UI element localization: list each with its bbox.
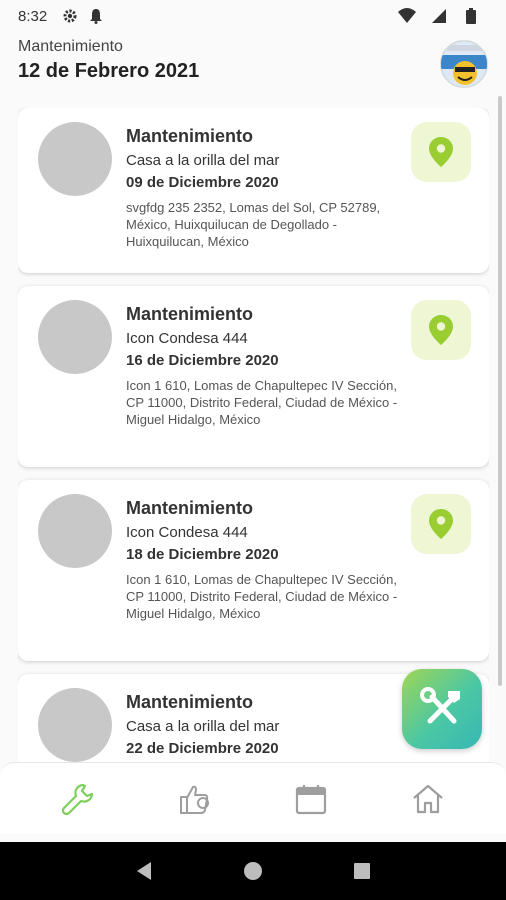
home-icon [413, 784, 443, 813]
map-pin-icon [429, 509, 453, 539]
wifi-icon [398, 7, 416, 25]
card-place: Icon Condesa 444 [126, 330, 248, 347]
appointment-card[interactable]: Mantenimiento Icon Condesa 444 16 de Dic… [18, 286, 489, 467]
property-photo [38, 494, 112, 568]
thumbs-up-icon [179, 785, 209, 814]
recents-square-icon [353, 863, 370, 879]
bottom-nav [0, 762, 506, 834]
status-time: 8:32 [18, 7, 48, 25]
map-pin-icon [429, 137, 453, 167]
back-button[interactable] [124, 851, 164, 891]
property-photo [38, 688, 112, 762]
card-place: Casa a la orilla del mar [126, 718, 280, 735]
card-address: Icon 1 610, Lomas de Chapultepec IV Secc… [126, 378, 398, 427]
signal-icon [430, 7, 448, 25]
avatar[interactable] [440, 40, 488, 88]
header: Mantenimiento 12 de Febrero 2021 [0, 32, 506, 96]
appointment-card[interactable]: Mantenimiento Casa a la orilla del mar 0… [18, 108, 489, 273]
card-date: 22 de Diciembre 2020 [126, 740, 279, 757]
home-button[interactable] [233, 851, 273, 891]
nav-maintenance[interactable] [48, 769, 108, 829]
card-place: Icon Condesa 444 [126, 524, 248, 541]
wrench-icon [62, 783, 94, 815]
location-button[interactable] [411, 300, 471, 360]
card-type: Mantenimiento [126, 126, 254, 146]
map-pin-icon [429, 315, 453, 345]
nav-calendar[interactable] [281, 769, 341, 829]
card-type: Mantenimiento [126, 498, 254, 518]
card-address: Icon 1 610, Lomas de Chapultepec IV Secc… [126, 572, 398, 621]
nav-home[interactable] [398, 769, 458, 829]
property-photo [38, 122, 112, 196]
back-triangle-icon [137, 862, 152, 880]
header-subtitle: Mantenimiento [18, 38, 123, 55]
new-maintenance-button[interactable] [402, 669, 482, 749]
tools-icon [420, 687, 460, 724]
appointment-card[interactable]: Mantenimiento Icon Condesa 444 18 de Dic… [18, 480, 489, 661]
recents-button[interactable] [342, 851, 382, 891]
battery-icon [462, 7, 480, 25]
status-bar: 8:32 [0, 0, 506, 32]
system-nav-bar [0, 842, 506, 900]
card-type: Mantenimiento [126, 304, 254, 324]
appointment-list: Mantenimiento Casa a la orilla del mar 0… [18, 108, 489, 762]
card-place: Casa a la orilla del mar [126, 152, 280, 169]
card-date: 18 de Diciembre 2020 [126, 546, 279, 563]
bell-icon [87, 7, 105, 25]
nav-reviews[interactable] [165, 769, 225, 829]
page-title: 12 de Febrero 2021 [18, 60, 200, 82]
location-button[interactable] [411, 122, 471, 182]
location-button[interactable] [411, 494, 471, 554]
card-type: Mantenimiento [126, 692, 254, 712]
gear-icon [61, 7, 79, 25]
home-circle-icon [243, 862, 262, 880]
card-address: svgfdg 235 2352, Lomas del Sol, CP 52789… [126, 200, 381, 249]
card-date: 09 de Diciembre 2020 [126, 174, 279, 191]
property-photo [38, 300, 112, 374]
scrollbar[interactable] [498, 96, 502, 686]
card-date: 16 de Diciembre 2020 [126, 352, 279, 369]
calendar-icon [296, 784, 327, 814]
